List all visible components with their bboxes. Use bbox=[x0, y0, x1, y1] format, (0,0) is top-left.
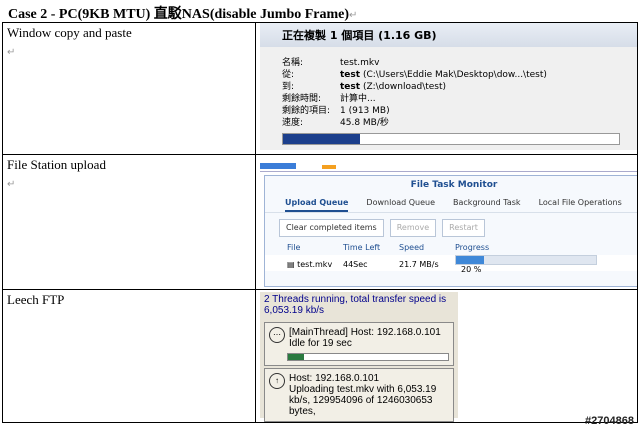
thread-host: [MainThread] Host: 192.168.0.101 bbox=[289, 327, 441, 338]
copy-field: 剩餘的項目: 1 (913 MB) bbox=[282, 106, 390, 116]
thread-status: Uploading test.mkv with 6,053.19 kb/s, 1… bbox=[289, 384, 437, 417]
upload-icon: ↑ bbox=[269, 373, 285, 389]
leech-ftp-screenshot: 2 Threads running, total transfer speed … bbox=[255, 289, 638, 423]
monitor-tabs: Upload Queue Download Queue Background T… bbox=[265, 194, 637, 213]
copy-dialog-screenshot: 正在複製 1 個項目 (1.16 GB) 名稱: test.mkv 從: test … bbox=[255, 22, 638, 155]
row-label: File Station upload bbox=[7, 157, 106, 172]
watermark: #2704868 bbox=[585, 415, 634, 427]
upload-progress-fill bbox=[456, 255, 484, 264]
row-label-cell: Leech FTP bbox=[2, 289, 256, 423]
file-station-tabbar bbox=[260, 157, 637, 172]
tab-local-file-operations[interactable]: Local File Operations bbox=[539, 198, 622, 212]
thread-progress-bar bbox=[287, 353, 449, 361]
file-task-monitor: File Task Monitor Upload Queue Download … bbox=[264, 175, 637, 287]
time-left-cell: 44Sec bbox=[343, 259, 368, 269]
idle-icon: ⋯ bbox=[269, 327, 285, 343]
row-label-cell: File Station upload ↵ bbox=[2, 154, 256, 290]
ftp-status-header: 2 Threads running, total transfer speed … bbox=[264, 294, 447, 316]
progress-percent: 20 % bbox=[461, 264, 482, 274]
speed-cell: 21.7 MB/s bbox=[399, 259, 439, 269]
tab-download-queue[interactable]: Download Queue bbox=[366, 198, 435, 212]
title-text: Case 2 - PC(9KB MTU) 直駁NAS(disable Jumbo… bbox=[8, 7, 350, 22]
thread-host: Host: 192.168.0.101 bbox=[289, 373, 380, 384]
table-row: File Station upload ↵ File Task Monitor … bbox=[2, 154, 638, 290]
tab-upload-queue[interactable]: Upload Queue bbox=[285, 198, 349, 212]
copy-dialog-body: 名稱: test.mkv 從: test (C:\Users\Eddie Mak\D… bbox=[260, 47, 637, 129]
copy-field: 到: test (Z:\download\test) bbox=[282, 82, 447, 92]
comparison-table: Window copy and paste ↵ 正在複製 1 個項目 (1.16… bbox=[2, 22, 638, 423]
file-cell: ▤ test.mkv bbox=[287, 259, 333, 269]
table-row: Leech FTP 2 Threads running, total trans… bbox=[2, 289, 638, 423]
column-header: Progress bbox=[455, 243, 490, 252]
column-header: File bbox=[287, 243, 301, 252]
copy-field: 剩餘時間: 計算中... bbox=[282, 94, 376, 104]
table-row[interactable]: ▤ test.mkv 44Sec 21.7 MB/s 20 % bbox=[265, 254, 637, 274]
table-row: Window copy and paste ↵ 正在複製 1 個項目 (1.16… bbox=[2, 22, 638, 155]
copy-dialog: 正在複製 1 個項目 (1.16 GB) 名稱: test.mkv 從: test … bbox=[260, 23, 637, 150]
copy-progress-fill bbox=[283, 134, 361, 144]
progress-cell: 20 % bbox=[455, 254, 605, 274]
row-label: Leech FTP bbox=[7, 292, 65, 307]
tab-background-task[interactable]: Background Task bbox=[453, 198, 521, 212]
window-title: File Task Monitor bbox=[410, 180, 498, 190]
clear-completed-button[interactable]: Clear completed items bbox=[279, 219, 384, 237]
column-headers: File Time Left Speed Progress bbox=[265, 237, 637, 255]
ftp-thread-main: ⋯ [MainThread] Host: 192.168.0.101 Idle … bbox=[264, 322, 454, 366]
monitor-toolbar: Clear completed items Remove Restart bbox=[265, 213, 637, 237]
copy-field: 從: test (C:\Users\Eddie Mak\Desktop\dow..… bbox=[282, 70, 547, 80]
file-station-screenshot: File Task Monitor Upload Queue Download … bbox=[255, 154, 638, 290]
thread-status: Idle for 19 sec bbox=[289, 338, 352, 349]
ftp-thread-upload: ↑ Host: 192.168.0.101 Uploading test.mkv… bbox=[264, 368, 454, 422]
page-title: Case 2 - PC(9KB MTU) 直駁NAS(disable Jumbo… bbox=[8, 7, 358, 22]
upload-progress-bar bbox=[455, 254, 597, 265]
row-label: Window copy and paste bbox=[7, 25, 132, 40]
file-station: File Task Monitor Upload Queue Download … bbox=[260, 157, 637, 287]
column-header: Time Left bbox=[343, 243, 381, 252]
row-label-cell: Window copy and paste ↵ bbox=[2, 22, 256, 155]
restart-button[interactable]: Restart bbox=[442, 219, 485, 237]
tab-marker bbox=[260, 163, 296, 169]
tab-marker bbox=[322, 165, 336, 169]
copy-field: 名稱: test.mkv bbox=[282, 58, 380, 68]
thread-progress-fill bbox=[288, 354, 304, 360]
copy-dialog-header: 正在複製 1 個項目 (1.16 GB) bbox=[260, 23, 637, 47]
column-header: Speed bbox=[399, 243, 425, 252]
copy-progress-bar bbox=[282, 133, 620, 145]
remove-button[interactable]: Remove bbox=[389, 219, 437, 237]
copy-field: 速度: 45.8 MB/秒 bbox=[282, 118, 389, 128]
leech-ftp: 2 Threads running, total transfer speed … bbox=[260, 292, 458, 422]
